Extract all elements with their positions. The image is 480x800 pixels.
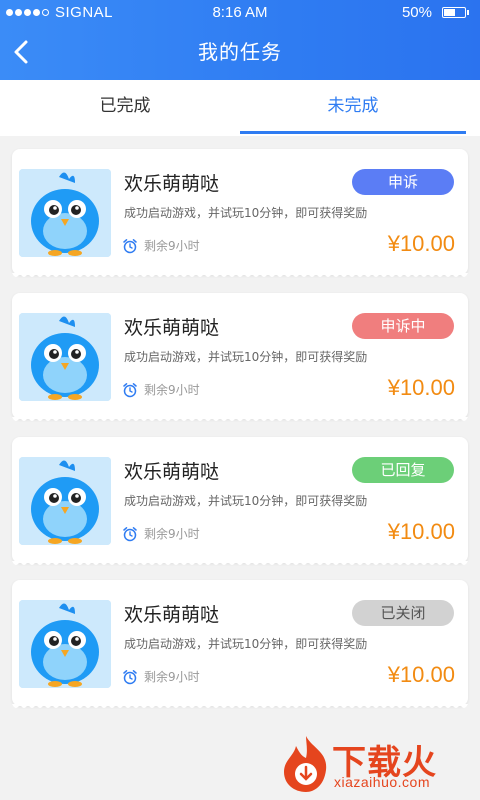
- watermark-url: xiazaihuo.com: [334, 774, 430, 790]
- task-description: 成功启动游戏，并试玩10分钟，即可获得奖励: [124, 494, 368, 508]
- reward-amount: ¥10.00: [387, 519, 455, 544]
- time-left: 剩余9小时: [144, 527, 200, 541]
- task-card[interactable]: 欢乐萌萌哒 成功启动游戏，并试玩10分钟，即可获得奖励 剩余9小时 ¥10.00…: [12, 580, 468, 708]
- battery-icon: [442, 7, 469, 18]
- game-icon: [19, 313, 111, 401]
- watermark: 下载火 xiazaihuo.com: [278, 734, 474, 794]
- app-header: SIGNAL 8:16 AM 50% 我的任务: [0, 0, 480, 80]
- task-name: 欢乐萌萌哒: [124, 604, 220, 626]
- tab-completed[interactable]: 已完成: [0, 80, 250, 136]
- reward-amount: ¥10.00: [387, 375, 455, 400]
- serrated-edge: [12, 704, 468, 708]
- tab-bar: 已完成 未完成: [0, 80, 480, 136]
- game-icon: [19, 457, 111, 545]
- serrated-edge: [12, 561, 468, 565]
- task-timer: 剩余9小时: [122, 237, 200, 254]
- reward-amount: ¥10.00: [387, 662, 455, 687]
- task-timer: 剩余9小时: [122, 525, 200, 542]
- task-timer: 剩余9小时: [122, 668, 200, 685]
- task-card[interactable]: 欢乐萌萌哒 成功启动游戏，并试玩10分钟，即可获得奖励 剩余9小时 ¥10.00…: [12, 149, 468, 277]
- status-button[interactable]: 申诉: [352, 169, 454, 195]
- alarm-clock-icon: [123, 238, 137, 253]
- alarm-clock-icon: [123, 526, 137, 541]
- time-left: 剩余9小时: [144, 383, 200, 397]
- tab-label: 已完成: [99, 96, 151, 116]
- active-tab-indicator: [240, 131, 466, 134]
- status-button[interactable]: 已关闭: [352, 600, 454, 626]
- page-title: 我的任务: [198, 40, 282, 64]
- serrated-edge: [12, 417, 468, 421]
- status-button[interactable]: 申诉中: [352, 313, 454, 339]
- task-description: 成功启动游戏，并试玩10分钟，即可获得奖励: [124, 350, 368, 364]
- task-timer: 剩余9小时: [122, 381, 200, 398]
- flame-logo-icon: [284, 736, 327, 792]
- task-card[interactable]: 欢乐萌萌哒 成功启动游戏，并试玩10分钟，即可获得奖励 剩余9小时 ¥10.00…: [12, 437, 468, 565]
- alarm-clock-icon: [123, 382, 137, 397]
- time-left: 剩余9小时: [144, 239, 200, 253]
- task-card[interactable]: 欢乐萌萌哒 成功启动游戏，并试玩10分钟，即可获得奖励 剩余9小时 ¥10.00…: [12, 293, 468, 421]
- task-name: 欢乐萌萌哒: [124, 317, 220, 339]
- game-icon: [19, 169, 111, 257]
- alarm-clock-icon: [123, 669, 137, 684]
- battery-percent: 50%: [401, 4, 432, 21]
- game-icon: [19, 600, 111, 688]
- tab-incomplete[interactable]: 未完成: [240, 80, 466, 136]
- status-bar: SIGNAL 8:16 AM 50%: [0, 0, 480, 24]
- status-button[interactable]: 已回复: [352, 457, 454, 483]
- serrated-edge: [12, 273, 468, 277]
- tab-label: 未完成: [327, 96, 379, 116]
- task-description: 成功启动游戏，并试玩10分钟，即可获得奖励: [124, 206, 368, 220]
- task-description: 成功启动游戏，并试玩10分钟，即可获得奖励: [124, 637, 368, 651]
- task-name: 欢乐萌萌哒: [124, 461, 220, 483]
- task-name: 欢乐萌萌哒: [124, 173, 220, 195]
- reward-amount: ¥10.00: [387, 231, 455, 256]
- time-left: 剩余9小时: [144, 670, 200, 684]
